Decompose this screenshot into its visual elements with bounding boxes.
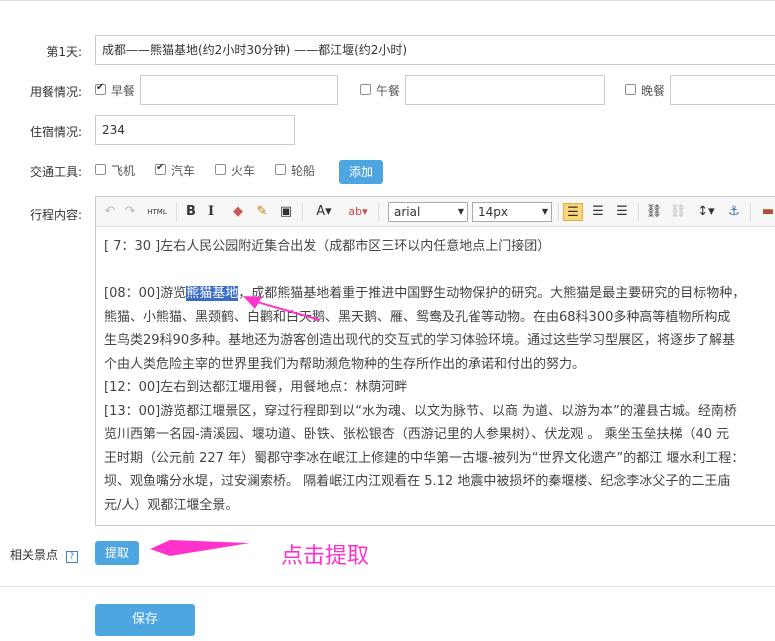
click-extract-annotation: 点击提取 (281, 544, 370, 569)
save-button[interactable]: 保存 (95, 604, 195, 636)
help-icon[interactable]: ? (65, 551, 78, 563)
arrow-to-selection (243, 296, 321, 321)
arrow-to-extract (150, 540, 250, 556)
related-spots-text: 相关景点 (10, 548, 59, 562)
extract-button[interactable]: 提取 (95, 541, 139, 565)
section-divider (0, 586, 775, 587)
related-spots-label: 相关景点 ? (10, 546, 78, 563)
